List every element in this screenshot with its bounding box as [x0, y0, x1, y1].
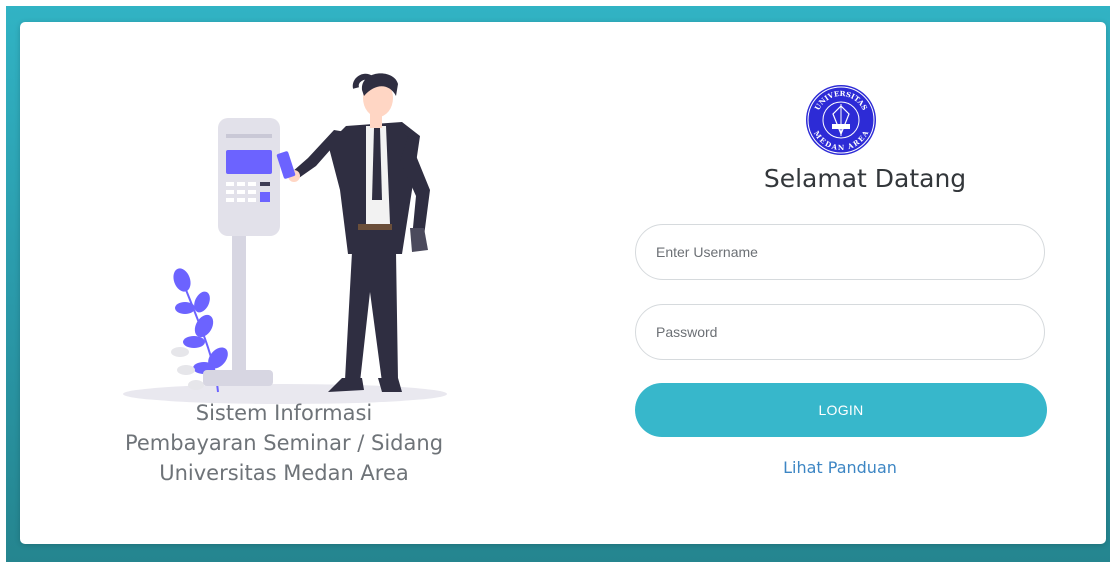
university-seal-icon: UNIVERSITAS MEDAN AREA [806, 85, 876, 155]
login-card: Sistem Informasi Pembayaran Seminar / Si… [20, 22, 1106, 544]
login-button[interactable]: LOGIN [635, 383, 1047, 437]
tagline-line-3: Universitas Medan Area [159, 461, 409, 485]
man-icon [276, 73, 430, 392]
welcome-heading: Selamat Datang [763, 164, 967, 193]
terminal-icon [203, 118, 280, 386]
password-input[interactable] [635, 304, 1045, 360]
username-input[interactable] [635, 224, 1045, 280]
tagline-line-1: Sistem Informasi [195, 401, 373, 425]
guide-link[interactable]: Lihat Panduan [720, 458, 960, 477]
app-tagline: Sistem Informasi Pembayaran Seminar / Si… [90, 398, 478, 488]
tagline-line-2: Pembayaran Seminar / Sidang [124, 431, 444, 455]
payment-terminal-illustration [123, 73, 447, 404]
